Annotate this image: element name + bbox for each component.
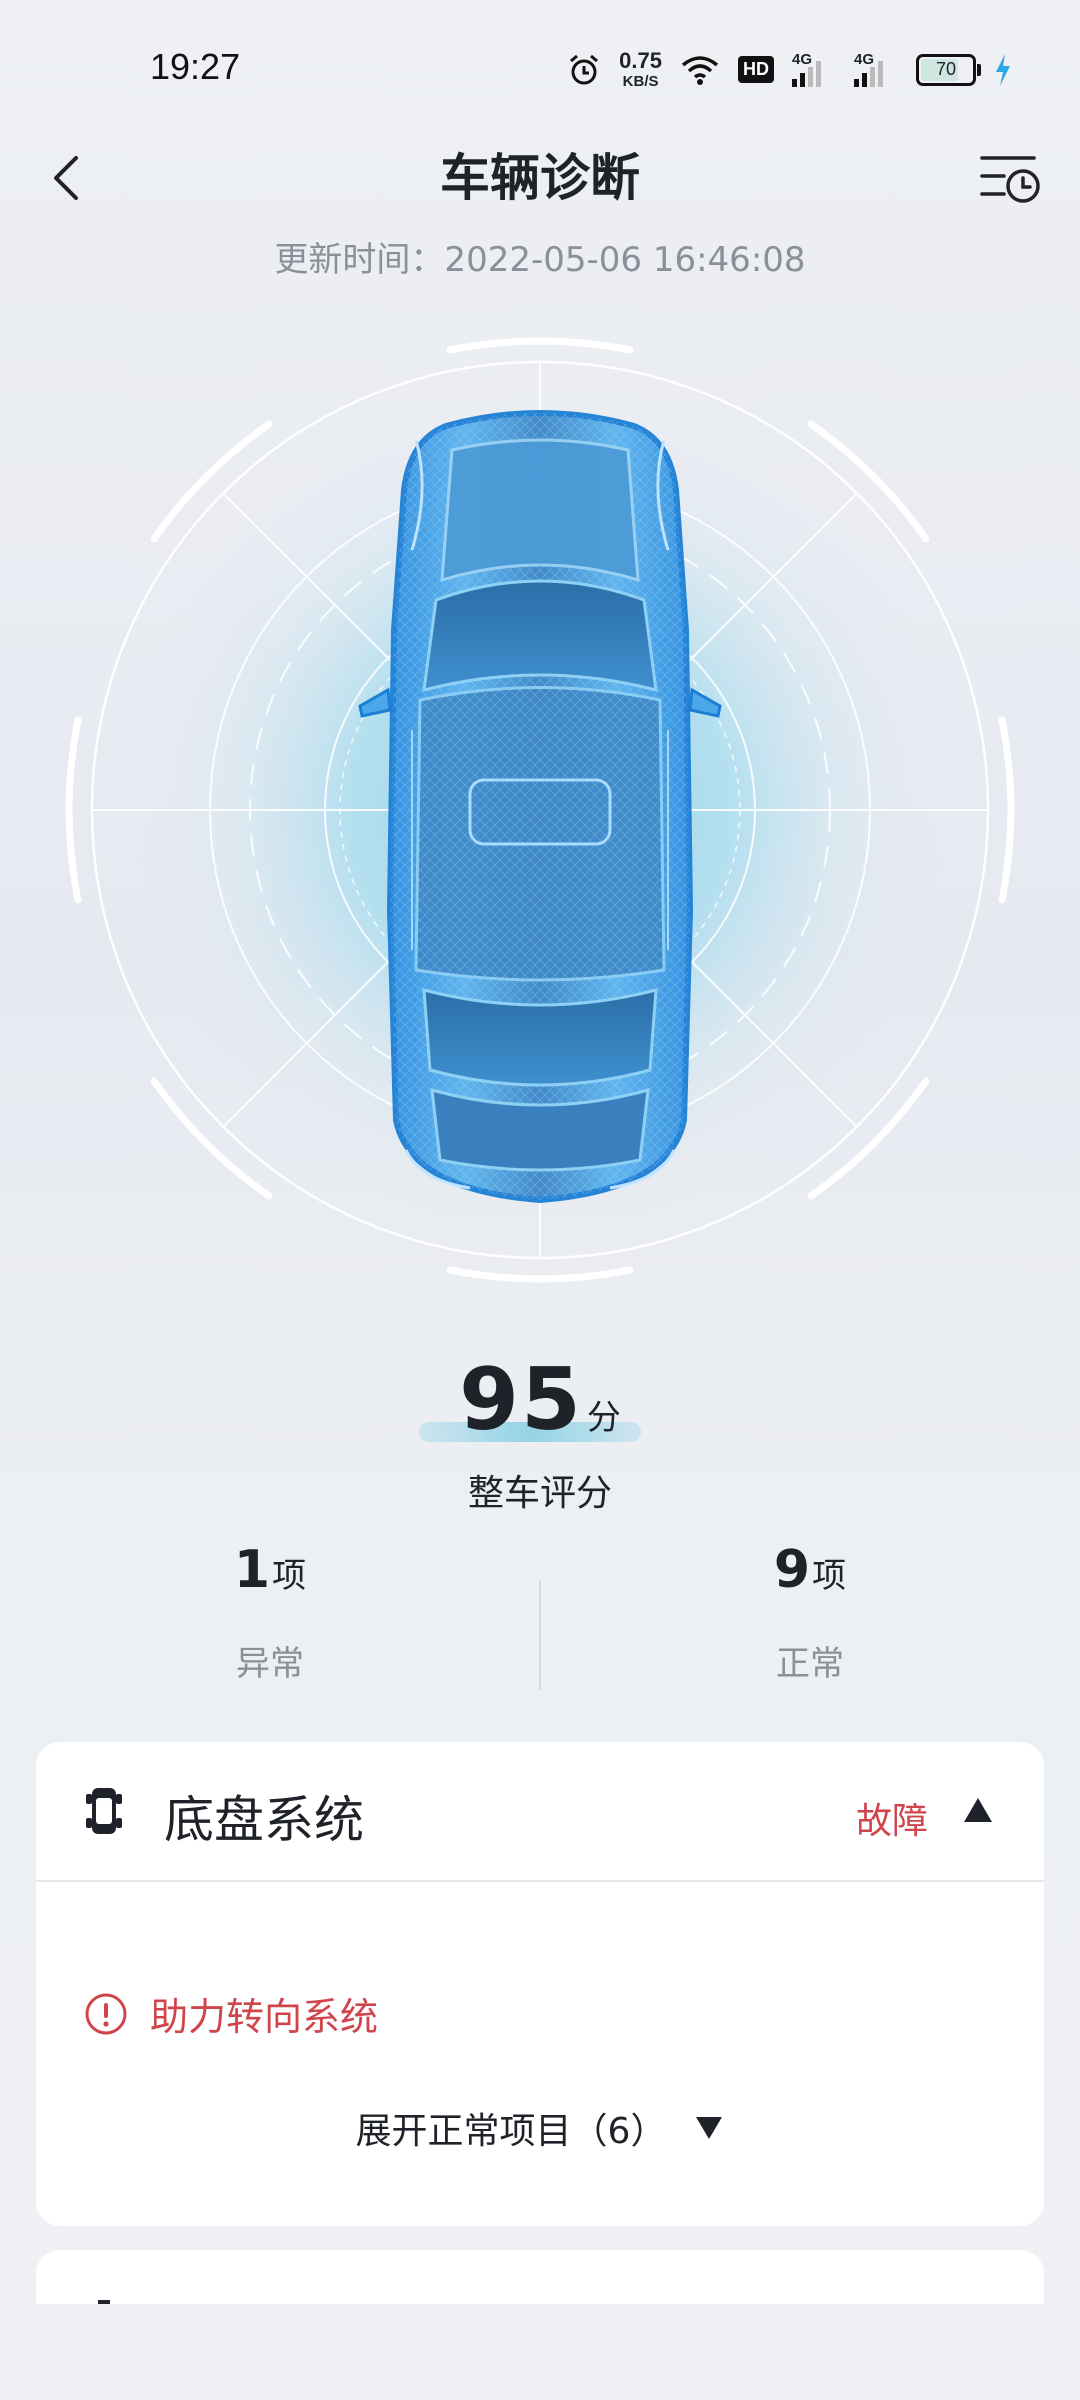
collapse-triangle-icon[interactable] <box>962 1796 994 1824</box>
score-value: 95 <box>459 1350 583 1450</box>
abnormal-label: 异常 <box>236 1644 304 1684</box>
status-bar: 19:27 0.75 KB/S HD 4G 4G 70 <box>0 0 1080 140</box>
net-speed-unit: KB/S <box>622 73 659 90</box>
history-list-icon[interactable] <box>978 148 1042 208</box>
battery-level: 70 <box>935 59 957 79</box>
signal-icon: 4G <box>854 51 898 87</box>
vehicle-diagnosis-screen: 19:27 0.75 KB/S HD 4G 4G 70 车辆诊断 更新时间：20… <box>0 0 1080 2400</box>
score-label: 整车评分 <box>467 1473 612 1514</box>
top-nav-bar: 车辆诊断 <box>0 130 1080 230</box>
warning-circle-icon <box>85 1993 127 2034</box>
diagnosis-stats: 1项 异常 9项 正常 <box>0 1540 1080 1690</box>
abnormal-count: 1 <box>233 1540 271 1600</box>
status-icons: 0.75 KB/S HD 4G 4G 70 <box>567 50 1012 89</box>
score-section: 95 分 整车评分 <box>0 1350 1080 1516</box>
update-time: 更新时间：2022-05-06 16:46:08 <box>274 240 806 280</box>
score-line: 95 分 <box>419 1350 641 1450</box>
battery-icon: 70 <box>916 53 981 86</box>
net-speed: 0.75 KB/S <box>619 48 662 90</box>
abnormal-unit: 项 <box>272 1556 307 1596</box>
normal-unit: 项 <box>812 1556 847 1596</box>
fault-item-label: 助力转向系统 <box>150 1995 379 2039</box>
expand-normal-items-label: 展开正常项目（6） <box>355 2111 667 2152</box>
expand-normal-items-button[interactable]: 展开正常项目（6） <box>36 2102 1044 2154</box>
car-diagnosis-visual <box>65 337 1015 1283</box>
normal-stat: 9项 正常 <box>540 1540 1080 1685</box>
charging-icon <box>996 53 1010 86</box>
normal-label: 正常 <box>776 1644 844 1684</box>
status-time: 19:27 <box>150 46 241 87</box>
wifi-icon <box>681 55 719 85</box>
abnormal-stat: 1项 异常 <box>0 1540 540 1685</box>
system-card-chassis: 底盘系统 故障 助力转向系统 展开正常项目（6） <box>36 1742 1044 2226</box>
net-speed-value: 0.75 <box>619 48 662 73</box>
hd-icon: HD <box>738 56 774 83</box>
bottom-fade <box>0 2304 1080 2400</box>
alarm-icon <box>570 54 599 84</box>
normal-count: 9 <box>773 1540 811 1600</box>
expand-triangle-icon <box>696 2117 723 2139</box>
system-name: 底盘系统 <box>164 1791 364 1849</box>
system-card-header[interactable]: 底盘系统 故障 <box>36 1742 1044 1882</box>
signal-icon: 4G <box>792 51 836 87</box>
car-top-view <box>358 410 722 1204</box>
fault-item[interactable]: 助力转向系统 <box>84 1986 378 2041</box>
system-status: 故障 <box>855 1801 928 1842</box>
page-title: 车辆诊断 <box>440 149 640 207</box>
score-unit: 分 <box>586 1398 621 1438</box>
chassis-icon <box>86 1788 122 1834</box>
